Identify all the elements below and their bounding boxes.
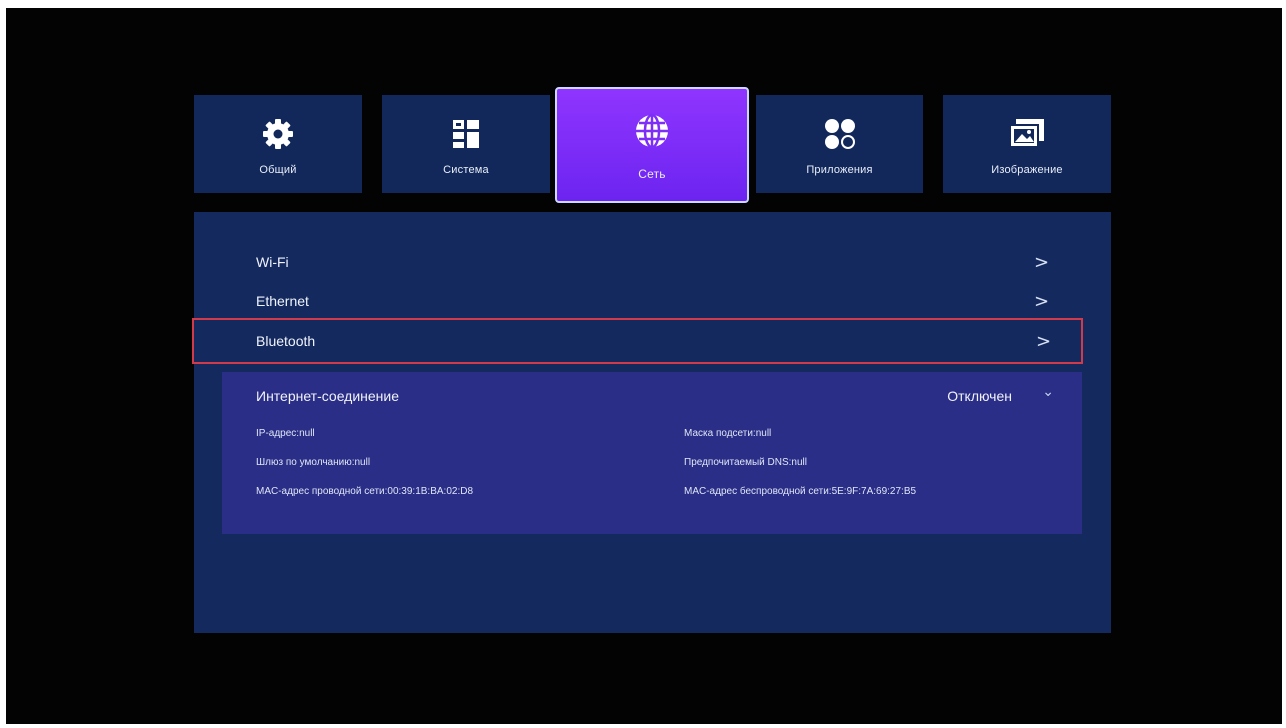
gear-icon [256, 112, 300, 156]
menu-item-bluetooth-label: Bluetooth [256, 333, 316, 349]
chevron-right-icon: > [1034, 290, 1050, 312]
tab-general-label: Общий [259, 164, 297, 176]
ip-address: IP-адрес:null [256, 428, 315, 439]
tab-apps-label: Приложения [806, 164, 873, 176]
tab-image[interactable]: Изображение [943, 95, 1111, 193]
globe-icon [630, 109, 674, 153]
menu-item-bluetooth[interactable]: Bluetooth > [192, 318, 1083, 364]
tab-network[interactable]: Сеть [555, 87, 749, 203]
tab-image-label: Изображение [991, 164, 1063, 176]
tab-general[interactable]: Общий [194, 95, 362, 193]
tab-system-label: Система [443, 164, 489, 176]
default-gateway: Шлюз по умолчанию:null [256, 457, 371, 468]
menu-item-wifi-label: Wi-Fi [256, 254, 289, 270]
chevron-right-icon: > [1036, 330, 1052, 352]
menu-item-ethernet[interactable]: Ethernet > [194, 281, 1111, 321]
connection-status: Отключен [947, 388, 1012, 404]
network-settings-panel: Wi-Fi > Ethernet > Bluetooth > Интернет-… [192, 212, 1111, 633]
tab-system[interactable]: Система [382, 95, 550, 193]
subnet-mask: Маска подсети:null [684, 428, 772, 439]
mac-wireless: MAC-адрес беспроводной сети:5E:9F:7A:69:… [684, 486, 917, 497]
apps-icon [818, 112, 862, 156]
image-icon [1005, 112, 1049, 156]
system-grid-icon [444, 112, 488, 156]
internet-connection-box[interactable]: Интернет-соединение Отключен ⌄ IP-адрес:… [222, 372, 1082, 534]
internet-connection-title: Интернет-соединение [256, 388, 400, 404]
tab-apps[interactable]: Приложения [756, 95, 923, 193]
mac-wired: MAC-адрес проводной сети:00:39:1B:BA:02:… [256, 486, 474, 497]
tab-network-label: Сеть [638, 167, 666, 181]
chevron-down-icon[interactable]: ⌄ [1042, 384, 1054, 400]
menu-item-wifi[interactable]: Wi-Fi > [194, 242, 1111, 282]
menu-item-ethernet-label: Ethernet [256, 293, 309, 309]
preferred-dns: Предпочитаемый DNS:null [684, 457, 807, 468]
chevron-right-icon: > [1034, 251, 1050, 273]
